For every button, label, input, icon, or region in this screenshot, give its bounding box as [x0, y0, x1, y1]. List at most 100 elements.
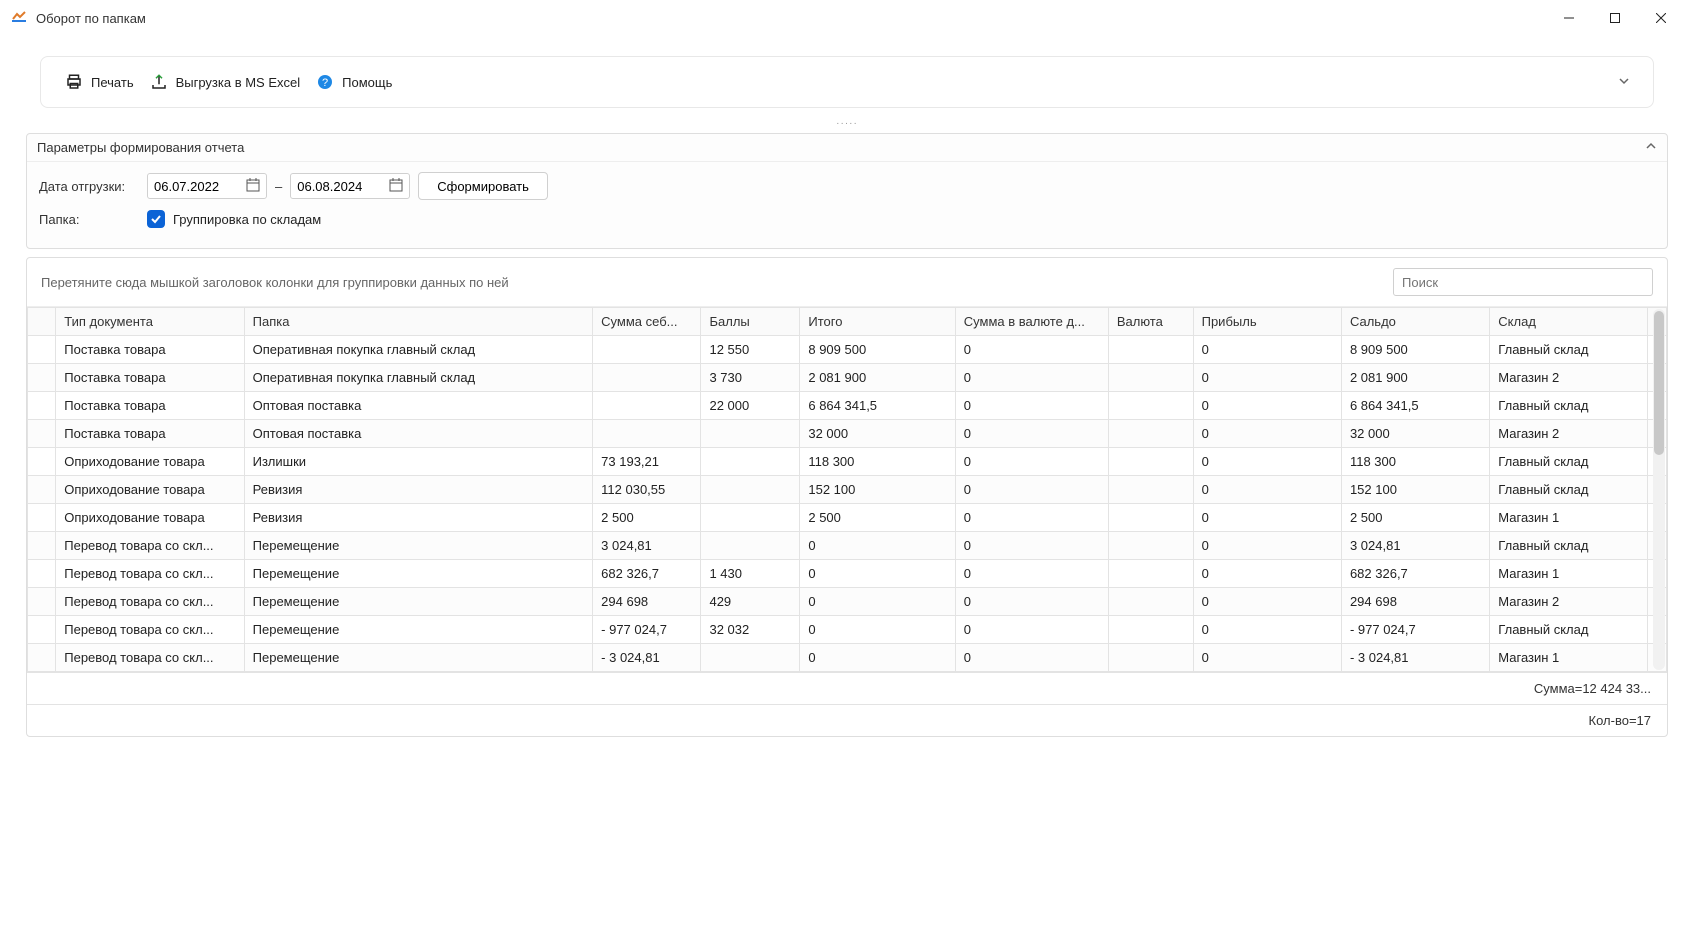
calendar-icon[interactable] — [246, 178, 260, 195]
cell-curr-sum: 0 — [955, 448, 1108, 476]
cell-profit: 0 — [1193, 392, 1341, 420]
calendar-icon[interactable] — [389, 178, 403, 195]
cell-balance: 2 500 — [1341, 504, 1489, 532]
scroll-thumb[interactable] — [1654, 311, 1664, 455]
date-from-field[interactable] — [147, 173, 267, 199]
cell-currency — [1108, 448, 1193, 476]
cell-balance: 152 100 — [1341, 476, 1489, 504]
close-button[interactable] — [1638, 3, 1684, 33]
vertical-scrollbar[interactable] — [1653, 309, 1665, 670]
folder-label: Папка: — [39, 212, 139, 227]
col-points[interactable]: Баллы — [701, 308, 800, 336]
printer-icon — [65, 73, 83, 91]
col-balance[interactable]: Сальдо — [1341, 308, 1489, 336]
cell-curr-sum: 0 — [955, 392, 1108, 420]
splitter-handle[interactable]: ····· — [18, 118, 1676, 129]
cell-cost — [593, 420, 701, 448]
cell-doc: Оприходование товара — [56, 448, 244, 476]
cell-balance: - 3 024,81 — [1341, 644, 1489, 672]
table-row[interactable]: Оприходование товараРевизия112 030,55152… — [28, 476, 1667, 504]
cell-profit: 0 — [1193, 448, 1341, 476]
minimize-button[interactable] — [1546, 3, 1592, 33]
chevron-down-icon — [1617, 76, 1631, 91]
row-selector[interactable] — [28, 336, 56, 364]
date-to-field[interactable] — [290, 173, 410, 199]
col-folder[interactable]: Папка — [244, 308, 593, 336]
cell-warehouse: Магазин 1 — [1490, 560, 1648, 588]
search-input[interactable] — [1393, 268, 1653, 296]
col-currency[interactable]: Валюта — [1108, 308, 1193, 336]
cell-currency — [1108, 476, 1193, 504]
row-selector[interactable] — [28, 392, 56, 420]
cell-doc: Перевод товара со скл... — [56, 588, 244, 616]
col-doc-type[interactable]: Тип документа — [56, 308, 244, 336]
col-cost[interactable]: Сумма себ... — [593, 308, 701, 336]
table-row[interactable]: Перевод товара со скл...Перемещение682 3… — [28, 560, 1667, 588]
col-warehouse[interactable]: Склад — [1490, 308, 1648, 336]
cell-points — [701, 504, 800, 532]
cell-warehouse: Главный склад — [1490, 392, 1648, 420]
date-from-input[interactable] — [154, 179, 234, 194]
cell-total: 32 000 — [800, 420, 955, 448]
toolbar-expand-button[interactable] — [1611, 68, 1637, 97]
help-button[interactable]: ? Помощь — [308, 67, 400, 97]
grid-table: Тип документа Папка Сумма себ... Баллы И… — [27, 307, 1667, 672]
date-label: Дата отгрузки: — [39, 179, 139, 194]
row-selector[interactable] — [28, 504, 56, 532]
svg-text:?: ? — [322, 77, 328, 89]
table-row[interactable]: Перевод товара со скл...Перемещение294 6… — [28, 588, 1667, 616]
cell-doc: Поставка товара — [56, 420, 244, 448]
export-label: Выгрузка в MS Excel — [176, 75, 301, 90]
cell-balance: 118 300 — [1341, 448, 1489, 476]
cell-currency — [1108, 420, 1193, 448]
params-collapse-button[interactable] — [1645, 140, 1657, 155]
table-row[interactable]: Оприходование товараРевизия2 5002 500002… — [28, 504, 1667, 532]
row-selector[interactable] — [28, 644, 56, 672]
table-row[interactable]: Перевод товара со скл...Перемещение- 3 0… — [28, 644, 1667, 672]
data-grid: Перетяните сюда мышкой заголовок колонки… — [26, 257, 1668, 737]
row-selector[interactable] — [28, 448, 56, 476]
table-row[interactable]: Поставка товараОптовая поставка32 000003… — [28, 420, 1667, 448]
row-selector[interactable] — [28, 476, 56, 504]
cell-cost: 294 698 — [593, 588, 701, 616]
group-by-warehouse-checkbox[interactable] — [147, 210, 165, 228]
export-excel-button[interactable]: Выгрузка в MS Excel — [142, 67, 309, 97]
table-row[interactable]: Поставка товараОперативная покупка главн… — [28, 364, 1667, 392]
cell-cost — [593, 364, 701, 392]
col-curr-sum[interactable]: Сумма в валюте д... — [955, 308, 1108, 336]
print-button[interactable]: Печать — [57, 67, 142, 97]
row-selector[interactable] — [28, 532, 56, 560]
window-title: Оборот по папкам — [36, 11, 146, 26]
row-selector[interactable] — [28, 560, 56, 588]
cell-warehouse: Магазин 2 — [1490, 364, 1648, 392]
table-row[interactable]: Поставка товараОперативная покупка главн… — [28, 336, 1667, 364]
cell-warehouse: Главный склад — [1490, 336, 1648, 364]
cell-doc: Перевод товара со скл... — [56, 616, 244, 644]
cell-profit: 0 — [1193, 420, 1341, 448]
help-icon: ? — [316, 73, 334, 91]
cell-profit: 0 — [1193, 588, 1341, 616]
cell-warehouse: Главный склад — [1490, 476, 1648, 504]
cell-doc: Перевод товара со скл... — [56, 560, 244, 588]
row-selector[interactable] — [28, 420, 56, 448]
table-row[interactable]: Поставка товараОптовая поставка22 0006 8… — [28, 392, 1667, 420]
cell-balance: 682 326,7 — [1341, 560, 1489, 588]
row-selector[interactable] — [28, 588, 56, 616]
generate-button[interactable]: Сформировать — [418, 172, 548, 200]
row-selector[interactable] — [28, 616, 56, 644]
table-row[interactable]: Перевод товара со скл...Перемещение- 977… — [28, 616, 1667, 644]
cell-curr-sum: 0 — [955, 588, 1108, 616]
table-row[interactable]: Оприходование товараИзлишки73 193,21118 … — [28, 448, 1667, 476]
group-hint: Перетяните сюда мышкой заголовок колонки… — [41, 275, 509, 290]
date-to-input[interactable] — [297, 179, 377, 194]
date-range-dash: – — [275, 179, 282, 194]
row-selector-header[interactable] — [28, 308, 56, 336]
col-total[interactable]: Итого — [800, 308, 955, 336]
row-selector[interactable] — [28, 364, 56, 392]
maximize-button[interactable] — [1592, 3, 1638, 33]
table-row[interactable]: Перевод товара со скл...Перемещение3 024… — [28, 532, 1667, 560]
col-profit[interactable]: Прибыль — [1193, 308, 1341, 336]
cell-balance: 2 081 900 — [1341, 364, 1489, 392]
cell-curr-sum: 0 — [955, 532, 1108, 560]
app-icon — [10, 9, 28, 27]
